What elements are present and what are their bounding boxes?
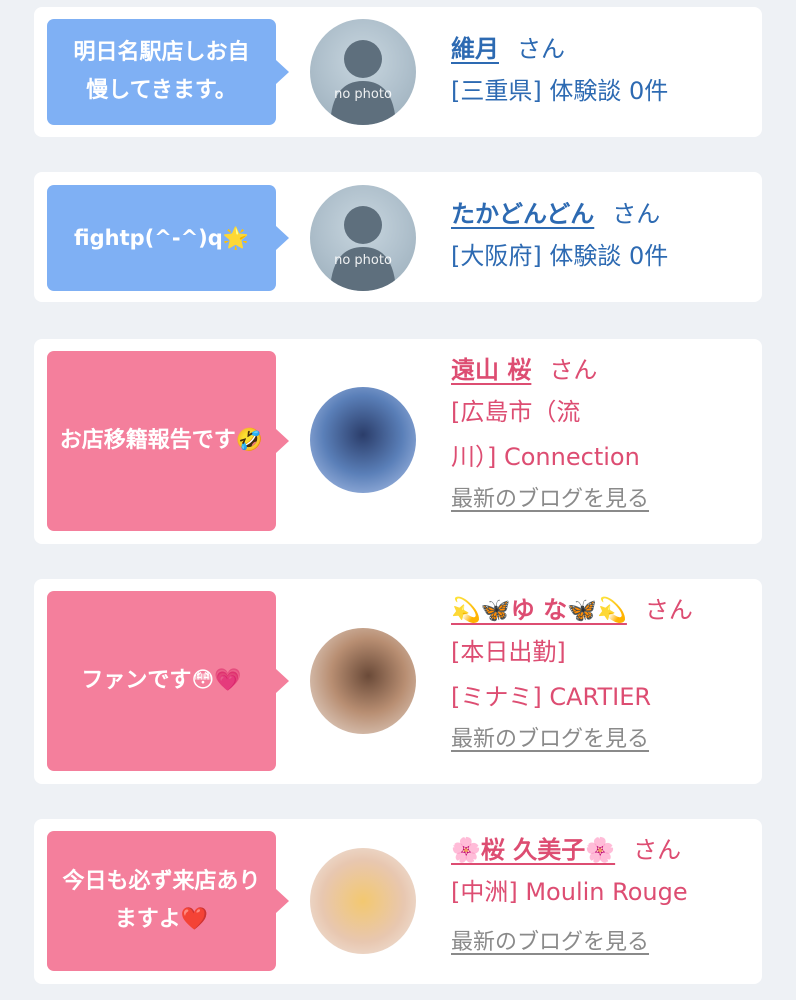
user-shop: [ミナミ] CARTIER <box>451 683 652 711</box>
silhouette-icon <box>330 206 396 291</box>
avatar-photo <box>310 628 416 734</box>
user-info: 🌸桜 久美子🌸 さん [中洲] Moulin Rouge 最新のブログを見る <box>451 830 751 963</box>
honorific: さん <box>644 596 693 624</box>
message-text: ファンです😳💗 <box>81 668 242 693</box>
message-bubble: 明日名駅店しお自慢してきます。 <box>47 19 289 125</box>
avatar[interactable] <box>310 848 416 954</box>
message-text: 今日も必ず来店ありますよ❤️ <box>62 869 261 932</box>
user-name-link[interactable]: 遠山 桜 <box>451 356 531 384</box>
user-info: 遠山 桜さん [広島市（流 川）] Connection 最新のブログを見る <box>451 350 751 520</box>
avatar[interactable]: no photo <box>310 19 416 125</box>
user-name-link[interactable]: 維月 <box>451 35 499 63</box>
latest-blog-link[interactable]: 最新のブログを見る <box>451 720 751 760</box>
avatar-photo <box>310 387 416 493</box>
user-name-link[interactable]: 💫🦋ゆ な🦋💫 <box>451 596 627 624</box>
user-shop: 川）] Connection <box>451 443 640 471</box>
silhouette-icon <box>330 40 396 125</box>
no-photo-label: no photo <box>334 87 392 102</box>
message-bubble: お店移籍報告です🤣 <box>47 351 289 531</box>
review-card: 明日名駅店しお自慢してきます。 no photo 維月 さん [三重県] 体験談 … <box>34 7 762 137</box>
user-info: たかどんどん さん [大阪府] 体験談 0件 <box>451 194 751 279</box>
review-card: お店移籍報告です🤣 遠山 桜さん [広島市（流 川）] Connection 最… <box>34 339 762 544</box>
avatar-photo <box>310 848 416 954</box>
review-card: fightp(^-^)q🌟 no photo たかどんどん さん [大阪府] 体験… <box>34 172 762 302</box>
message-bubble: 今日も必ず来店ありますよ❤️ <box>47 831 289 971</box>
user-name-link[interactable]: 🌸桜 久美子🌸 <box>451 836 615 864</box>
message-bubble: fightp(^-^)q🌟 <box>47 185 289 291</box>
user-meta: [三重県] 体験談 0件 <box>451 77 669 105</box>
review-card: 今日も必ず来店ありますよ❤️ 🌸桜 久美子🌸 さん [中洲] Moulin Rou… <box>34 819 762 984</box>
honorific: さん <box>633 836 682 864</box>
latest-blog-link[interactable]: 最新のブログを見る <box>451 480 751 520</box>
review-card: ファンです😳💗 💫🦋ゆ な🦋💫 さん [本日出勤] [ミナミ] CARTIER 最… <box>34 579 762 784</box>
avatar[interactable]: no photo <box>310 185 416 291</box>
honorific: さん <box>612 200 661 228</box>
user-shop: [中洲] Moulin Rouge <box>451 878 688 906</box>
user-meta: [大阪府] 体験談 0件 <box>451 242 669 270</box>
message-text: fightp(^-^)q🌟 <box>74 226 249 250</box>
user-info: 維月 さん [三重県] 体験談 0件 <box>451 29 751 114</box>
user-meta: [本日出勤] <box>451 638 566 666</box>
latest-blog-link[interactable]: 最新のブログを見る <box>451 923 751 963</box>
user-name-link[interactable]: たかどんどん <box>451 200 594 228</box>
honorific: さん <box>517 35 565 63</box>
no-photo-placeholder: no photo <box>310 185 416 291</box>
avatar[interactable] <box>310 387 416 493</box>
user-info: 💫🦋ゆ な🦋💫 さん [本日出勤] [ミナミ] CARTIER 最新のブログを見る <box>451 590 751 760</box>
no-photo-placeholder: no photo <box>310 19 416 125</box>
honorific: さん <box>549 356 598 384</box>
user-meta: [広島市（流 <box>451 398 581 426</box>
message-text: お店移籍報告です🤣 <box>59 428 264 453</box>
no-photo-label: no photo <box>334 253 392 268</box>
avatar[interactable] <box>310 628 416 734</box>
message-text: 明日名駅店しお自慢してきます。 <box>73 40 250 103</box>
message-bubble: ファンです😳💗 <box>47 591 289 771</box>
